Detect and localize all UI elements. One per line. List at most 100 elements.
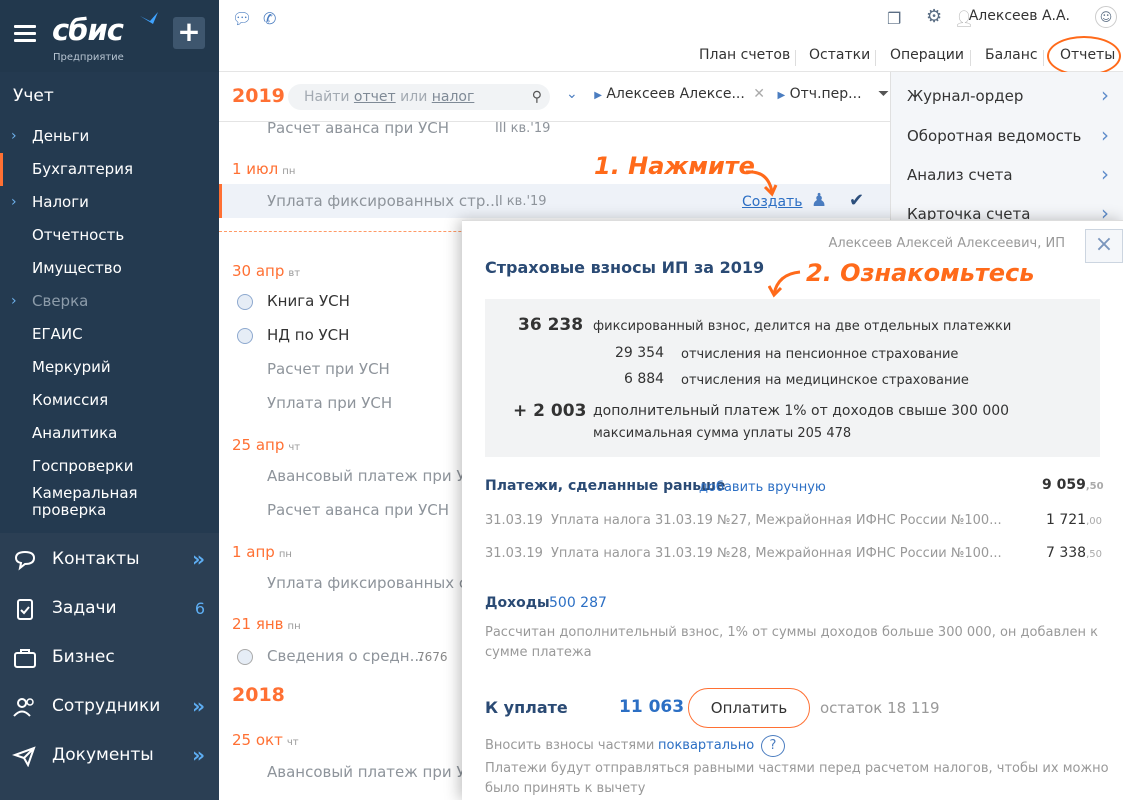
fixed-desc: фиксированный взнос, делится на две отде… <box>593 319 1012 334</box>
pay-button[interactable]: Оплатить <box>688 688 810 728</box>
sidebar-item-label: Меркурий <box>32 358 111 376</box>
chevron-right-icon: › <box>11 293 17 309</box>
sidebar-item-reporting[interactable]: Отчетность <box>0 219 219 252</box>
filter-bar: 2019 Найти отчет или налог ⚲ ⌄ ▶ Алексее… <box>219 72 890 122</box>
sidebar-heading[interactable]: Учет <box>0 72 219 120</box>
item-title: Авансовый платеж при УСН <box>267 763 488 781</box>
add-manually-link[interactable]: добавить вручную <box>699 480 826 495</box>
sidebar-accounting-section: Учет › Деньги Бухгалтерия › Налоги Отчетно… <box>0 72 219 533</box>
menu-icon[interactable] <box>14 25 36 43</box>
payment-sum: 7 338,50 <box>1046 545 1102 561</box>
sidebar-main-business[interactable]: Бизнес <box>0 633 219 682</box>
sidebar-item-label: Сверка <box>32 292 89 310</box>
check-icon[interactable]: ✔ <box>849 190 864 211</box>
date-text: 30 апр <box>232 262 285 280</box>
tab-balance[interactable]: Баланс <box>985 47 1038 63</box>
search-or: или <box>400 89 428 105</box>
add-button[interactable]: + <box>173 17 205 49</box>
sidebar-item-accounting[interactable]: Бухгалтерия <box>0 153 219 186</box>
item-number: 7676 <box>417 650 448 664</box>
date-text: 21 янв <box>232 615 284 633</box>
sidebar-main-documents[interactable]: Документы » <box>0 731 219 780</box>
person-icon[interactable]: ♟ <box>811 190 827 211</box>
payment-sum: 1 721,00 <box>1046 512 1102 528</box>
sidebar-item-property[interactable]: Имущество <box>0 252 219 285</box>
tab-balances[interactable]: Остатки <box>809 47 870 63</box>
double-chevron-icon[interactable]: » <box>192 682 205 731</box>
menu-item-turnover[interactable]: Оборотная ведомость <box>907 127 1081 145</box>
sidebar-item-egais[interactable]: ЕГАИС <box>0 318 219 351</box>
item-title: Уплата при УСН <box>267 394 393 412</box>
menu-item-journal-order[interactable]: Журнал-ордер <box>907 87 1023 105</box>
chevron-down-icon[interactable]: ⌄ <box>566 86 578 102</box>
medical-amount: 6 884 <box>624 371 665 387</box>
year-header: 2018 <box>232 684 285 706</box>
weekday: пн <box>287 621 301 632</box>
payment-date: 31.03.19 <box>485 513 543 528</box>
phone-icon[interactable]: ✆ <box>263 9 276 28</box>
paid-title: Платежи, сделанные раньше <box>485 478 726 494</box>
filter-crumb-owner[interactable]: Алексеев Алексе... <box>606 86 744 102</box>
sidebar-item-money[interactable]: › Деньги <box>0 120 219 153</box>
year-selector[interactable]: 2019 <box>232 85 285 107</box>
close-icon[interactable]: ✕ <box>753 86 765 102</box>
sidebar-item-analytics[interactable]: Аналитика <box>0 417 219 450</box>
date-label: 25 апр чт <box>232 436 300 454</box>
payment-desc[interactable]: Уплата налога 31.03.19 №27, Межрайонная … <box>551 513 1002 528</box>
income-value[interactable]: 500 287 <box>549 595 607 611</box>
arrow-icon <box>745 170 778 197</box>
annotation-step1: 1. Нажмите <box>594 152 755 180</box>
search-icon[interactable]: ⚲ <box>532 84 542 110</box>
calculation-box: 36 238 фиксированный взнос, делится на д… <box>485 299 1100 457</box>
item-title: НД по УСН <box>267 326 350 344</box>
search-link-tax[interactable]: налог <box>432 89 475 105</box>
windows-icon[interactable]: ❐ <box>887 9 901 28</box>
date-label: 1 апр пн <box>232 543 292 561</box>
popup-title: Страховые взносы ИП за 2019 <box>485 258 765 277</box>
sidebar-header: сбис Предприятие + <box>0 0 219 72</box>
sidebar-item-desk-audit[interactable]: Камеральная проверка <box>0 483 219 523</box>
weekday: чт <box>286 737 299 748</box>
gear-icon[interactable]: ⚙ <box>926 6 942 27</box>
tab-operations[interactable]: Операции <box>890 47 964 63</box>
chat-icon <box>14 550 36 571</box>
search-input[interactable]: Найти отчет или налог ⚲ <box>288 84 550 110</box>
user-name[interactable]: Алексеев А.А. <box>969 8 1070 24</box>
sidebar-item-inspections[interactable]: Госпроверки <box>0 450 219 483</box>
sidebar-item-commission[interactable]: Комиссия <box>0 384 219 417</box>
sidebar-main-label: Бизнес <box>52 647 115 667</box>
sidebar-item-label: Камеральная проверка <box>32 484 138 519</box>
filter-crumb-period[interactable]: Отч.пер... <box>790 86 862 102</box>
extra-desc: дополнительный платеж 1% от доходов свыш… <box>593 403 1010 419</box>
briefcase-icon <box>14 649 36 668</box>
payment-sum-value: 1 721 <box>1046 512 1087 528</box>
tab-divider <box>970 50 971 66</box>
chevron-right-icon: › <box>1101 83 1109 107</box>
double-chevron-icon[interactable]: » <box>192 731 205 780</box>
sidebar-main-tasks[interactable]: Задачи 6 <box>0 584 219 633</box>
triangle-icon: ▶ <box>777 90 786 101</box>
sidebar-main-employees[interactable]: Сотрудники » <box>0 682 219 731</box>
close-button[interactable]: × <box>1085 229 1123 263</box>
quarterly-link[interactable]: поквартально <box>658 738 754 753</box>
avatar[interactable]: ☺ <box>1095 6 1117 28</box>
filter-icon[interactable]: ⏷ <box>878 86 889 102</box>
sidebar-item-taxes[interactable]: › Налоги <box>0 186 219 219</box>
payment-date: 31.03.19 <box>485 546 543 561</box>
menu-item-account-analysis[interactable]: Анализ счета <box>907 166 1013 184</box>
double-chevron-icon[interactable]: » <box>192 535 205 584</box>
sidebar-item-reconciliation[interactable]: › Сверка <box>0 285 219 318</box>
help-icon[interactable]: ? <box>761 735 785 757</box>
sidebar-item-mercury[interactable]: Меркурий <box>0 351 219 384</box>
item-title: Расчет при УСН <box>267 360 390 378</box>
search-link-report[interactable]: отчет <box>354 89 396 105</box>
chat-bubble-icon[interactable]: 💬︎ <box>232 9 252 28</box>
sidebar-main-contacts[interactable]: Контакты » <box>0 535 219 584</box>
item-period: III кв.'19 <box>495 121 551 136</box>
chevron-right-icon: › <box>1101 162 1109 186</box>
date-text: 25 апр <box>232 436 285 454</box>
tasks-count-badge: 6 <box>194 599 205 618</box>
logo[interactable]: сбис <box>52 13 124 47</box>
tab-chart-of-accounts[interactable]: План счетов <box>699 47 790 63</box>
payment-desc[interactable]: Уплата налога 31.03.19 №28, Межрайонная … <box>551 546 1002 561</box>
